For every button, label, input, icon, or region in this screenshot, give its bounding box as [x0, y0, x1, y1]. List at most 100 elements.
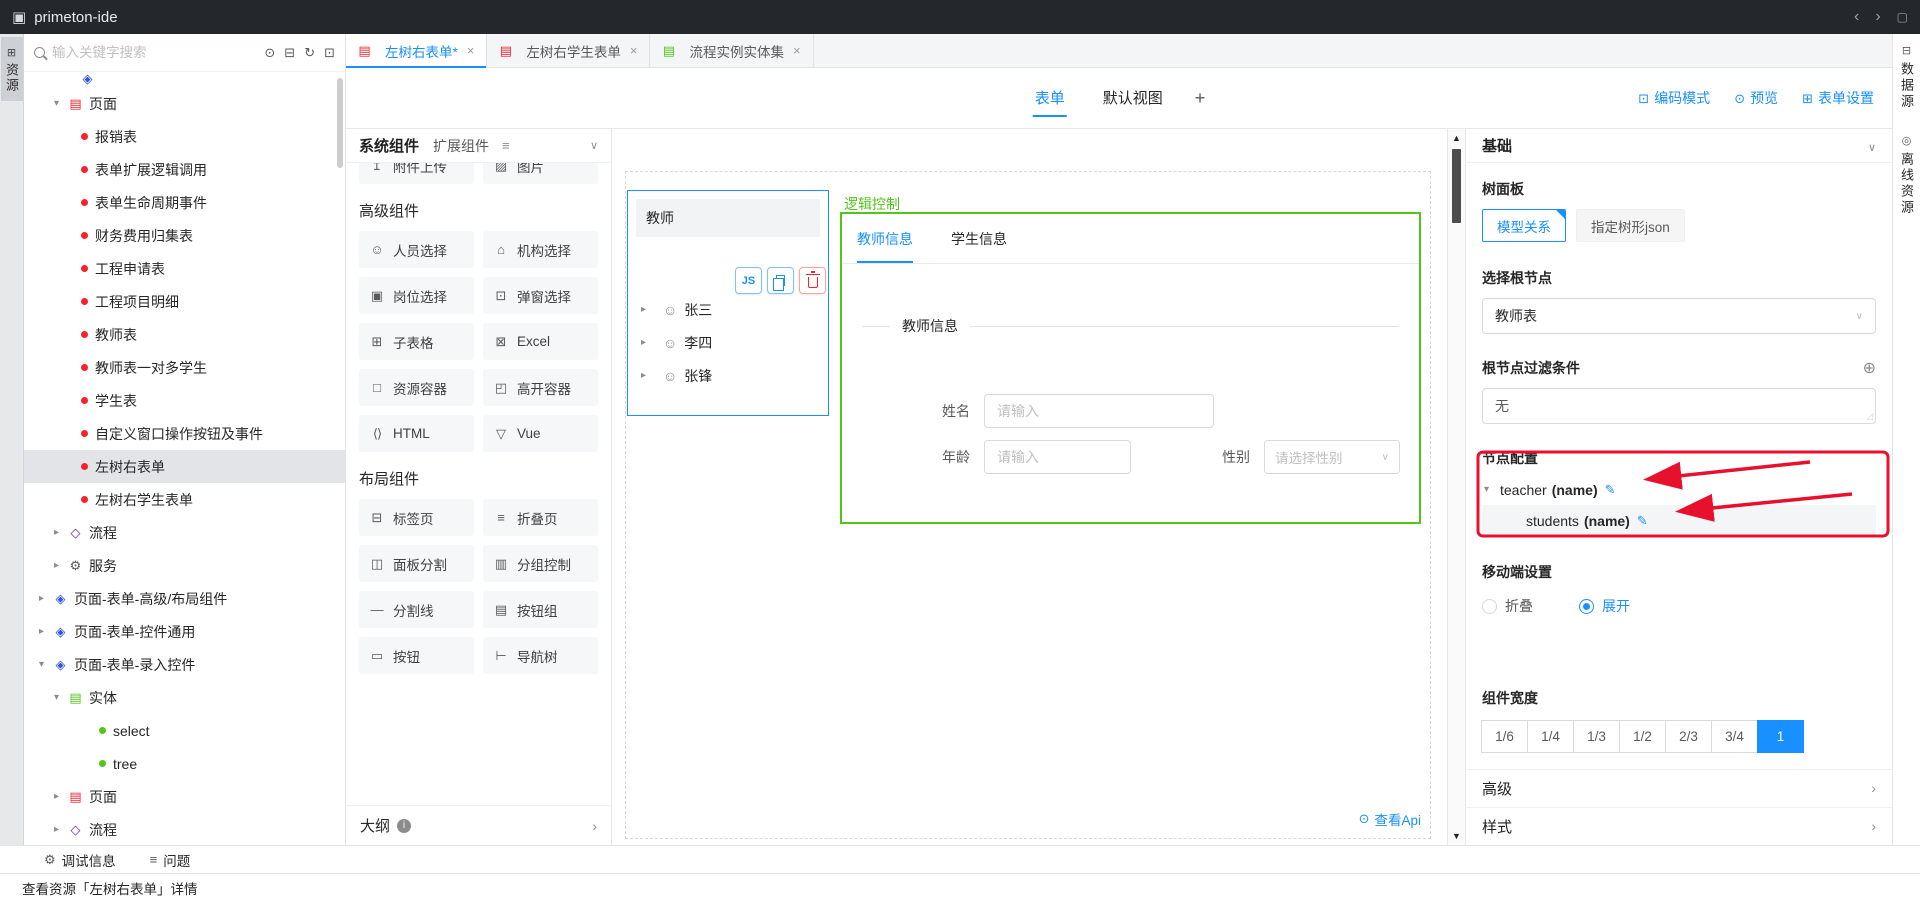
component-item[interactable]: 分组控制	[483, 545, 598, 582]
logic-control-container[interactable]: 逻辑控制 教师信息 学生信息 教师信息	[840, 212, 1421, 524]
caret-icon[interactable]	[54, 824, 69, 835]
width-option-button[interactable]: 1/2	[1619, 720, 1666, 753]
debug-bar-item[interactable]: 调试信息	[44, 850, 116, 870]
advanced-section-header[interactable]: 高级	[1466, 769, 1892, 807]
component-item[interactable]: 机构选择	[483, 231, 598, 268]
component-item[interactable]: 标签页	[359, 499, 474, 536]
palette-tab[interactable]: 扩展组件	[433, 136, 489, 156]
basic-section-header[interactable]: 基础	[1466, 129, 1892, 163]
locate-resource-icon[interactable]	[264, 45, 275, 61]
component-item[interactable]: 附件上传	[359, 163, 474, 184]
mobile-option-radio[interactable]: 折叠	[1482, 596, 1533, 616]
caret-icon[interactable]	[641, 370, 656, 381]
add-filter-icon[interactable]	[1863, 358, 1876, 378]
component-item[interactable]: HTML	[359, 415, 474, 452]
folder-icon[interactable]	[284, 45, 295, 61]
component-item[interactable]: 导航树	[483, 637, 598, 674]
component-item[interactable]: Vue	[483, 415, 598, 452]
tree-node[interactable]: 张三	[628, 293, 828, 326]
tree-item[interactable]: 自定义窗口操作按钮及事件	[24, 417, 345, 450]
width-option-button[interactable]: 1/3	[1573, 720, 1620, 753]
caret-icon[interactable]	[39, 626, 54, 637]
component-item[interactable]: 资源容器	[359, 369, 474, 406]
name-input[interactable]: 请输入	[984, 394, 1214, 428]
chevron-down-icon[interactable]	[590, 139, 598, 152]
caret-icon[interactable]	[54, 692, 69, 703]
collapse-all-icon[interactable]	[324, 45, 335, 61]
tree-item[interactable]: tree	[24, 747, 345, 780]
close-icon[interactable]	[793, 43, 801, 58]
view-api-link[interactable]: 查看Api	[1359, 809, 1421, 829]
age-input[interactable]: 请输入	[984, 440, 1131, 474]
delete-button[interactable]	[799, 267, 826, 294]
tree-item[interactable]	[24, 74, 345, 87]
width-option-button[interactable]: 1	[1757, 720, 1804, 753]
component-item[interactable]: Excel	[483, 323, 598, 360]
tree-item[interactable]: 流程	[24, 813, 345, 845]
view-action-link[interactable]: 编码模式	[1638, 88, 1710, 108]
list-view-icon[interactable]	[502, 138, 510, 153]
scroll-up-icon[interactable]	[1452, 133, 1461, 143]
tree-item[interactable]: 页面	[24, 87, 345, 120]
tree-item[interactable]: 工程项目明细	[24, 285, 345, 318]
tree-node[interactable]: 张锋	[628, 359, 828, 392]
tree-item[interactable]: 左树右学生表单	[24, 483, 345, 516]
forward-icon[interactable]	[1875, 8, 1880, 26]
scrollbar-thumb[interactable]	[1452, 149, 1461, 223]
root-node-select[interactable]: 教师表	[1482, 298, 1876, 334]
caret-icon[interactable]	[641, 337, 656, 348]
debug-bar-item[interactable]: 问题	[150, 850, 191, 870]
width-option-button[interactable]: 2/3	[1665, 720, 1712, 753]
tree-item[interactable]: 流程	[24, 516, 345, 549]
tree-item[interactable]: 表单生命周期事件	[24, 186, 345, 219]
tree-panel-option-button[interactable]: 模型关系	[1482, 209, 1566, 242]
component-item[interactable]: 面板分割	[359, 545, 474, 582]
tree-panel-option-button[interactable]: 指定树形json	[1576, 209, 1685, 242]
style-section-header[interactable]: 样式	[1466, 807, 1892, 845]
canvas-scrollbar[interactable]	[1447, 129, 1466, 845]
edit-pencil-icon[interactable]	[1637, 513, 1648, 529]
chevron-right-icon[interactable]	[1871, 780, 1876, 797]
caret-icon[interactable]	[39, 659, 54, 670]
tree-item[interactable]: 报销表	[24, 120, 345, 153]
explorer-scrollbar-thumb[interactable]	[337, 78, 343, 168]
radio-icon[interactable]	[1482, 599, 1497, 614]
component-item[interactable]: 高开容器	[483, 369, 598, 406]
tree-item[interactable]: 页面-表单-录入控件	[24, 648, 345, 681]
tree-item[interactable]: 财务费用归集表	[24, 219, 345, 252]
view-action-link[interactable]: 预览	[1734, 88, 1778, 108]
tree-item[interactable]: 页面-表单-高级/布局组件	[24, 582, 345, 615]
teacher-tree-widget[interactable]: 教师 张三 李四	[627, 190, 829, 416]
component-item[interactable]: 按钮组	[483, 591, 598, 628]
view-tab[interactable]: 默认视图	[1101, 80, 1165, 117]
form-canvas[interactable]: 教师 张三 李四	[612, 129, 1447, 845]
caret-icon[interactable]	[39, 593, 54, 604]
radio-icon[interactable]	[1579, 599, 1594, 614]
component-item[interactable]: 折叠页	[483, 499, 598, 536]
add-view-button[interactable]: +	[1195, 88, 1206, 109]
js-action-button[interactable]: JS	[735, 267, 762, 294]
tree-item[interactable]: 页面-表单-控件通用	[24, 615, 345, 648]
scroll-down-icon[interactable]	[1452, 831, 1461, 841]
caret-icon[interactable]	[54, 560, 69, 571]
tree-item[interactable]: 实体	[24, 681, 345, 714]
caret-icon[interactable]	[641, 304, 656, 315]
tree-item[interactable]: 左树右表单	[24, 450, 345, 483]
tree-item[interactable]: 学生表	[24, 384, 345, 417]
component-item[interactable]: 子表格	[359, 323, 474, 360]
tree-item[interactable]: 页面	[24, 780, 345, 813]
restore-window-icon[interactable]	[1897, 8, 1908, 26]
width-option-button[interactable]: 1/4	[1527, 720, 1574, 753]
view-action-link[interactable]: 表单设置	[1802, 88, 1874, 108]
component-item[interactable]: 图片	[483, 163, 598, 184]
tree-item[interactable]: 教师表	[24, 318, 345, 351]
component-item[interactable]: 按钮	[359, 637, 474, 674]
root-filter-input[interactable]: 无	[1482, 388, 1876, 424]
chevron-right-icon[interactable]	[592, 818, 597, 834]
editor-tab[interactable]: 左树右表单*	[346, 34, 487, 67]
form-tab[interactable]: 学生信息	[951, 214, 1007, 263]
tree-item[interactable]: select	[24, 714, 345, 747]
tree-node[interactable]: 李四	[628, 326, 828, 359]
close-icon[interactable]	[630, 43, 638, 58]
caret-icon[interactable]	[54, 98, 69, 109]
